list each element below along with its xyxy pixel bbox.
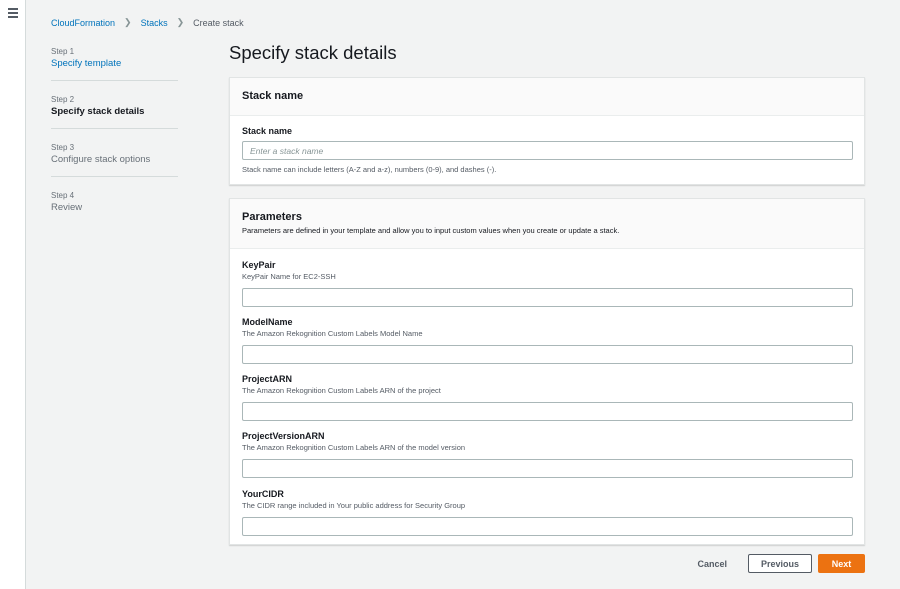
wizard-step-4: Step 4 Review [51,190,178,224]
wizard-step-1: Step 1 Specify template [51,46,178,81]
step-title: Configure stack options [51,154,151,165]
page-title: Specify stack details [229,42,397,63]
stack-name-panel: Stack name Stack name Stack name can inc… [229,77,865,185]
hamburger-menu-icon[interactable] [8,8,18,18]
previous-button[interactable]: Previous [748,554,812,573]
panel-header: Parameters Parameters are defined in you… [230,199,864,249]
param-description: KeyPair Name for EC2-SSH [242,272,336,281]
wizard-step-3: Step 3 Configure stack options [51,142,178,177]
stack-name-input[interactable] [242,141,853,160]
next-button[interactable]: Next [818,554,865,573]
step-number: Step 1 [51,47,75,56]
projectversionarn-input[interactable] [242,459,853,478]
panel-title: Stack name [242,90,304,102]
chevron-right-icon: ❯ [124,17,132,27]
param-yourcidr: YourCIDR The CIDR range included in Your… [242,489,853,536]
stack-name-hint: Stack name can include letters (A-Z and … [242,165,497,174]
wizard-steps: Step 1 Specify template Step 2 Specify s… [51,46,178,237]
yourcidr-input[interactable] [242,517,853,536]
param-projectversionarn: ProjectVersionARN The Amazon Rekognition… [242,431,853,478]
step-number: Step 2 [51,95,75,104]
param-description: The Amazon Rekognition Custom Labels Mod… [242,329,423,338]
step-title: Review [51,202,83,213]
stack-name-label: Stack name [242,126,293,136]
chevron-right-icon: ❯ [176,17,185,27]
param-label: KeyPair [242,260,276,270]
param-projectarn: ProjectARN The Amazon Rekognition Custom… [242,374,853,421]
cancel-button[interactable]: Cancel [697,559,727,569]
breadcrumb: CloudFormation ❯ Stacks ❯ Create stack [51,17,244,28]
step-number: Step 3 [51,143,75,152]
parameters-panel: Parameters Parameters are defined in you… [229,198,865,545]
step-current-title: Specify stack details [51,106,145,117]
param-label: ProjectARN [242,374,293,384]
param-label: ProjectVersionARN [242,431,325,441]
modelname-input[interactable] [242,345,853,364]
panel-header: Stack name [230,78,864,116]
param-modelname: ModelName The Amazon Rekognition Custom … [242,317,853,364]
keypair-input[interactable] [242,288,853,307]
breadcrumb-current: Create stack [193,17,244,28]
step-link-specify-template[interactable]: Specify template [51,57,178,71]
wizard-footer: Cancel Previous Next [697,554,865,573]
panel-description: Parameters are defined in your template … [242,226,620,235]
param-description: The Amazon Rekognition Custom Labels ARN… [242,443,466,452]
param-description: The CIDR range included in Your public a… [242,501,466,510]
breadcrumb-stacks[interactable]: Stacks [141,18,168,28]
wizard-step-2: Step 2 Specify stack details [51,94,178,129]
param-description: The Amazon Rekognition Custom Labels ARN… [242,386,441,395]
panel-title: Parameters [242,211,302,223]
step-number: Step 4 [51,191,75,200]
param-keypair: KeyPair KeyPair Name for EC2-SSH [242,260,853,307]
side-navigation-rail [0,0,26,589]
param-label: YourCIDR [242,489,284,499]
projectarn-input[interactable] [242,402,853,421]
param-label: ModelName [242,317,293,327]
breadcrumb-cloudformation[interactable]: CloudFormation [51,18,115,28]
